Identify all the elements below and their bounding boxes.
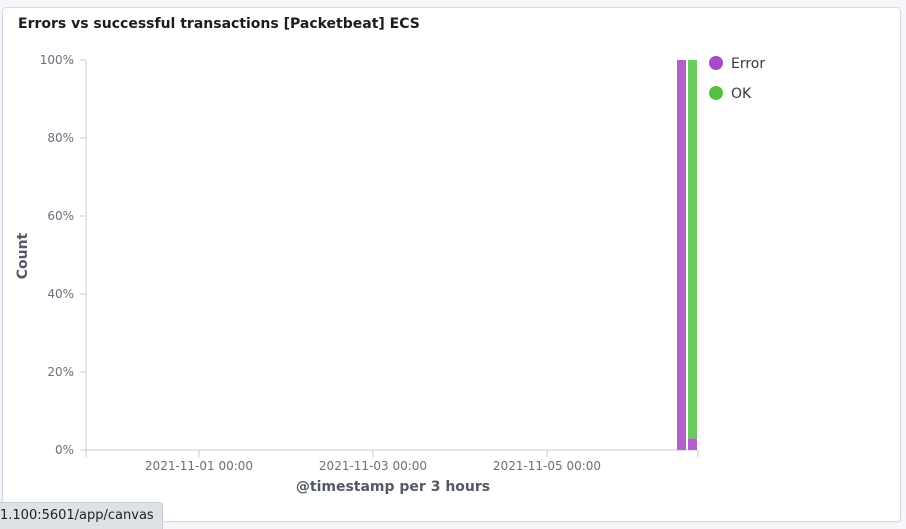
legend-swatch-ok [709,86,723,100]
bar-chart: 0% 20% 40% 60% 80% 100% 2021-11-01 00:00 2021-1… [15,53,765,495]
legend-label-error: Error [731,56,765,72]
x-tick-label: 2021-11-01 00:00 [145,459,253,473]
legend-item-ok[interactable]: OK [709,86,752,102]
y-tick-label: 80% [47,131,74,145]
x-tick-label: 2021-11-05 00:00 [493,459,601,473]
legend-swatch-error [709,56,723,70]
status-bar-url: 1.100:5601/app/canvas [0,502,163,529]
bar-error-1[interactable] [688,438,697,450]
legend-label-ok: OK [731,86,752,102]
y-axis-title: Count [15,232,31,279]
bar-error-0[interactable] [677,60,686,450]
x-axis-title: @timestamp per 3 hours [296,479,490,495]
y-tick-label: 0% [55,443,74,457]
y-tick-label: 100% [40,53,74,67]
axes-group: 0% 20% 40% 60% 80% 100% 2021-11-01 00:00 2021-1… [40,53,699,473]
bar-ok-1[interactable] [688,60,697,439]
y-tick-label: 60% [47,209,74,223]
bars-group [677,60,697,450]
x-tick-label: 2021-11-03 00:00 [319,459,427,473]
y-tick-label: 40% [47,287,74,301]
legend: Error OK [709,56,765,102]
y-tick-label: 20% [47,365,74,379]
legend-item-error[interactable]: Error [709,56,765,72]
